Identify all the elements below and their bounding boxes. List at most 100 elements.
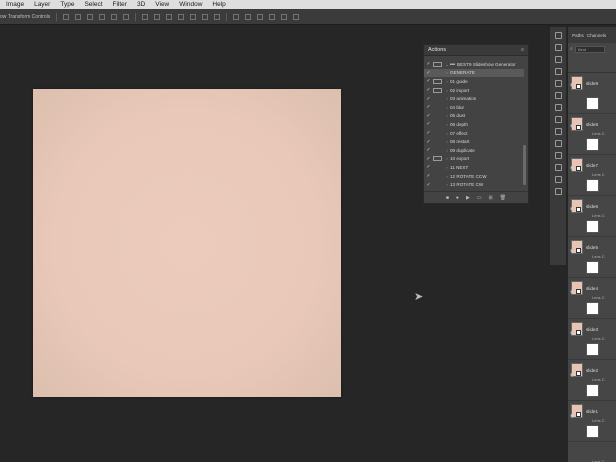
distribute-right-icon[interactable] bbox=[202, 13, 209, 20]
roll-icon[interactable] bbox=[257, 13, 264, 20]
visibility-eye-icon[interactable]: ◉ bbox=[570, 248, 574, 254]
actions-icon[interactable] bbox=[554, 140, 562, 147]
dialog-toggle-icon[interactable] bbox=[433, 61, 442, 67]
action-row[interactable]: ✓ › 08 restart bbox=[424, 137, 524, 146]
history-icon[interactable] bbox=[554, 32, 562, 39]
dialog-toggle-icon[interactable] bbox=[433, 182, 442, 187]
action-row[interactable]: ✓ › 02 import bbox=[424, 86, 524, 95]
checkmark-icon[interactable]: ✓ bbox=[424, 156, 433, 162]
action-row[interactable]: ✓ › 12 ROTATE CCW bbox=[424, 172, 524, 181]
align-center-icon[interactable] bbox=[111, 13, 118, 20]
layer-group[interactable]: slide1 Lens C bbox=[568, 401, 616, 462]
checkmark-icon[interactable]: ✓ bbox=[424, 70, 433, 76]
checkmark-icon[interactable]: ✓ bbox=[424, 104, 433, 110]
tab-paths[interactable]: Paths bbox=[572, 33, 584, 38]
layer-name[interactable]: slide3 bbox=[586, 327, 598, 332]
layer-name[interactable]: slide5 bbox=[586, 245, 598, 250]
checkmark-icon[interactable]: ✓ bbox=[424, 96, 433, 102]
swatches-icon[interactable] bbox=[554, 56, 562, 63]
layer-group[interactable]: slide7 Lens C bbox=[568, 155, 616, 218]
dialog-toggle-icon[interactable] bbox=[433, 131, 442, 136]
color-icon[interactable] bbox=[554, 44, 562, 51]
checkmark-icon[interactable]: ✓ bbox=[424, 61, 433, 67]
action-row[interactable]: ✓ › 09 duplicate bbox=[424, 146, 524, 155]
layer-group[interactable]: slide5 Lens C bbox=[568, 237, 616, 300]
action-row[interactable]: ✓ › 07 effect bbox=[424, 129, 524, 138]
play-icon[interactable]: ▶ bbox=[466, 195, 470, 201]
menu-image[interactable]: Image bbox=[6, 0, 24, 9]
paragraph-icon[interactable] bbox=[554, 116, 562, 123]
layer-group[interactable]: slide3 Lens C bbox=[568, 319, 616, 382]
menu-window[interactable]: Window bbox=[179, 0, 202, 9]
action-row[interactable]: ✓ ⌄ ▬ BEST9 Slideshow Generator bbox=[424, 60, 524, 69]
distribute-center-icon[interactable] bbox=[190, 13, 197, 20]
checkmark-icon[interactable]: ✓ bbox=[424, 121, 433, 127]
checkmark-icon[interactable]: ✓ bbox=[424, 139, 433, 145]
layer-group[interactable]: slide4 Lens C bbox=[568, 278, 616, 341]
align-bottom-icon[interactable] bbox=[87, 13, 94, 20]
menu-select[interactable]: Select bbox=[84, 0, 102, 9]
align-left-icon[interactable] bbox=[99, 13, 106, 20]
checkmark-icon[interactable]: ✓ bbox=[424, 113, 433, 119]
checkmark-icon[interactable]: ✓ bbox=[424, 164, 433, 170]
menu-3d[interactable]: 3D bbox=[137, 0, 145, 9]
dialog-toggle-icon[interactable] bbox=[433, 87, 442, 93]
distribute-left-icon[interactable] bbox=[178, 13, 185, 20]
properties-icon[interactable] bbox=[554, 92, 562, 99]
align-right-icon[interactable] bbox=[123, 13, 130, 20]
checkmark-icon[interactable]: ✓ bbox=[424, 147, 433, 153]
document-canvas[interactable] bbox=[33, 89, 341, 397]
layer-group[interactable]: slide9 Lens C bbox=[568, 73, 616, 136]
new-action-icon[interactable]: ⊞ bbox=[489, 195, 493, 201]
action-row[interactable]: ✓ › 01 guide bbox=[424, 77, 524, 86]
character-icon[interactable] bbox=[554, 104, 562, 111]
visibility-eye-icon[interactable]: ◉ bbox=[570, 372, 574, 378]
visibility-eye-icon[interactable]: ◉ bbox=[570, 289, 574, 295]
adjustments-icon[interactable] bbox=[554, 80, 562, 87]
distribute-middle-icon[interactable] bbox=[154, 13, 161, 20]
slide-icon[interactable] bbox=[281, 13, 288, 20]
align-middle-icon[interactable] bbox=[75, 13, 82, 20]
actions-scrollbar[interactable] bbox=[523, 145, 526, 185]
dialog-toggle-icon[interactable] bbox=[433, 105, 442, 110]
menu-help[interactable]: Help bbox=[212, 0, 225, 9]
actions-panel-header[interactable]: Actions ≡ bbox=[424, 45, 528, 56]
layer-group[interactable]: slide6 Lens C bbox=[568, 196, 616, 259]
checkmark-icon[interactable]: ✓ bbox=[424, 78, 433, 84]
action-row[interactable]: ✓ › 03 animation bbox=[424, 94, 524, 103]
menu-type[interactable]: Type bbox=[60, 0, 74, 9]
layer-name[interactable]: slide9 bbox=[586, 81, 598, 86]
layer-name[interactable]: slide6 bbox=[586, 204, 598, 209]
visibility-eye-icon[interactable]: ◉ bbox=[570, 413, 574, 419]
glyphs-icon[interactable] bbox=[554, 128, 562, 135]
dialog-toggle-icon[interactable] bbox=[433, 156, 442, 162]
delete-icon[interactable]: 🗑︎ bbox=[500, 195, 506, 201]
layer-name[interactable]: slide7 bbox=[586, 163, 598, 168]
dialog-toggle-icon[interactable] bbox=[433, 165, 442, 170]
layer-group[interactable]: slide2 Lens C bbox=[568, 360, 616, 423]
record-icon[interactable]: ● bbox=[456, 195, 459, 201]
action-row[interactable]: ✓ › 10 export bbox=[424, 155, 524, 164]
filter-kind-select[interactable]: Kind bbox=[574, 45, 605, 53]
dialog-toggle-icon[interactable] bbox=[433, 70, 442, 75]
menu-view[interactable]: View bbox=[155, 0, 169, 9]
layer-name[interactable]: slide4 bbox=[586, 286, 598, 291]
stop-icon[interactable]: ■ bbox=[446, 195, 449, 201]
layer-group[interactable]: slide8 Lens C bbox=[568, 114, 616, 177]
visibility-eye-icon[interactable]: ◉ bbox=[570, 330, 574, 336]
action-row[interactable]: ✓ › 05 dust bbox=[424, 112, 524, 121]
visibility-eye-icon[interactable]: ◉ bbox=[570, 165, 574, 171]
visibility-eye-icon[interactable]: ◉ bbox=[570, 123, 574, 129]
dialog-toggle-icon[interactable] bbox=[433, 113, 442, 118]
action-row[interactable]: ✓ › 06 depth bbox=[424, 120, 524, 129]
visibility-eye-icon[interactable]: ◉ bbox=[570, 82, 574, 88]
visibility-eye-icon[interactable]: ◉ bbox=[570, 206, 574, 212]
auto-align-icon[interactable] bbox=[214, 13, 221, 20]
new-set-icon[interactable]: ▭ bbox=[477, 195, 482, 201]
libraries-icon[interactable] bbox=[554, 164, 562, 171]
dialog-toggle-icon[interactable] bbox=[433, 122, 442, 127]
pan-icon[interactable] bbox=[269, 13, 276, 20]
timeline-icon[interactable] bbox=[554, 152, 562, 159]
dialog-toggle-icon[interactable] bbox=[433, 148, 442, 153]
distribute-bottom-icon[interactable] bbox=[166, 13, 173, 20]
